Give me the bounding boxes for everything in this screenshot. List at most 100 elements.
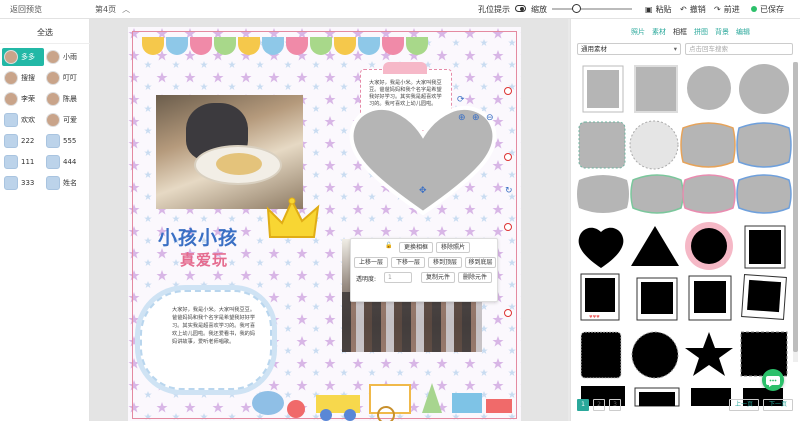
- frame-thumbnail[interactable]: [631, 331, 679, 379]
- select-all-button[interactable]: 全选: [0, 27, 90, 38]
- tab-item[interactable]: 素材: [652, 27, 666, 37]
- page-number-button[interactable]: 1: [577, 399, 589, 411]
- undo-button[interactable]: ↶ 撤销: [680, 4, 706, 15]
- move-down-layer-button[interactable]: 下移一层: [391, 257, 425, 268]
- hole-marker: [504, 87, 512, 95]
- frame-thumbnails: ♥♥♥: [577, 64, 792, 407]
- frame-thumbnail[interactable]: [630, 174, 684, 214]
- frame-thumbnail[interactable]: [631, 226, 679, 266]
- member-item[interactable]: 多多: [2, 48, 44, 66]
- frame-thumbnail[interactable]: [629, 120, 679, 170]
- frame-thumbnail[interactable]: [685, 332, 733, 376]
- elephant-avatar-icon: [46, 176, 60, 190]
- saved-label: 已保存: [760, 5, 784, 14]
- member-item[interactable]: 222: [2, 132, 44, 150]
- page-indicator[interactable]: 第4页 ︿: [95, 4, 130, 15]
- frame-thumbnail[interactable]: [691, 388, 731, 406]
- member-item[interactable]: 333: [2, 174, 44, 192]
- zoom-in-icon[interactable]: ⊕: [458, 113, 466, 123]
- chat-support-button[interactable]: [762, 369, 784, 391]
- zoom-slider[interactable]: [552, 4, 632, 13]
- tab-item[interactable]: 拼图: [694, 27, 708, 37]
- frame-thumbnail[interactable]: [636, 277, 678, 321]
- copy-element-button[interactable]: 复制元件: [421, 272, 455, 283]
- member-item[interactable]: 可爱: [44, 111, 86, 129]
- prev-page-button[interactable]: 上一页: [729, 399, 760, 411]
- zoom-in-icon[interactable]: ⊕: [472, 113, 480, 123]
- hole-marker: [504, 223, 512, 231]
- tab-item[interactable]: 背景: [715, 27, 729, 37]
- tab-item[interactable]: 照片: [631, 27, 645, 37]
- frame-thumbnail[interactable]: [634, 387, 680, 407]
- move-to-top-button[interactable]: 移到顶层: [428, 257, 462, 268]
- grid-scrollbar[interactable]: [793, 62, 798, 362]
- member-item[interactable]: 111: [2, 153, 44, 171]
- page-number-button[interactable]: 3: [609, 399, 621, 411]
- frame-thumbnail[interactable]: [577, 175, 629, 213]
- cloud-text-box[interactable]: 大家好，我是小米。大家叫我豆豆。爸爸妈妈和我个名字是希望我好好学习。其实我是超喜…: [140, 290, 272, 390]
- member-item[interactable]: 姓名: [44, 174, 86, 192]
- resource-search-input[interactable]: 点击回车搜索: [685, 43, 793, 55]
- frame-thumbnail[interactable]: [580, 331, 622, 379]
- frame-thumbnail[interactable]: [582, 65, 624, 113]
- move-up-layer-button[interactable]: 上移一层: [354, 257, 388, 268]
- redo-button[interactable]: ↷ 前进: [714, 4, 740, 15]
- hole-hint-toggle[interactable]: [515, 5, 526, 12]
- frame-thumbnail[interactable]: [682, 174, 736, 214]
- page-number-button[interactable]: 2: [593, 399, 605, 411]
- category-select[interactable]: 通用素材 ▾: [577, 43, 681, 55]
- grid-scrollbar-thumb[interactable]: [793, 62, 798, 352]
- photo-child-eating-food: [216, 153, 262, 175]
- member-item[interactable]: 小雨: [44, 48, 86, 66]
- back-to-preview-button[interactable]: 返回预览: [10, 4, 42, 15]
- frame-thumbnail[interactable]: [578, 121, 626, 169]
- member-item[interactable]: 555: [44, 132, 86, 150]
- toy-train-sticker[interactable]: [246, 377, 516, 421]
- member-item[interactable]: 搜搜: [2, 69, 44, 87]
- frame-thumbnail[interactable]: [685, 222, 733, 270]
- opacity-value: 1: [388, 274, 392, 281]
- member-item[interactable]: 叮叮: [44, 69, 86, 87]
- lock-icon[interactable]: 🔓: [385, 242, 392, 249]
- tab-item[interactable]: 相框: [673, 27, 687, 37]
- delete-element-button[interactable]: 删除元件: [458, 272, 492, 283]
- avatar: [4, 50, 18, 64]
- paste-button[interactable]: ▣ 粘贴: [645, 4, 672, 15]
- undo-label: 撤销: [689, 5, 706, 14]
- frame-thumbnail[interactable]: [685, 64, 733, 112]
- zoom-out-icon[interactable]: ⊖: [486, 113, 494, 123]
- frame-thumbnail[interactable]: [736, 122, 792, 168]
- move-handle-icon[interactable]: ✥: [419, 186, 427, 196]
- tab-item[interactable]: 编辑: [736, 27, 750, 37]
- elephant-avatar-icon: [4, 176, 18, 190]
- frame-thumbnail[interactable]: [741, 274, 787, 320]
- member-item[interactable]: 欢欢: [2, 111, 44, 129]
- canvas-title[interactable]: 小孩小孩: [158, 223, 238, 250]
- frame-thumbnail[interactable]: [736, 174, 792, 214]
- frame-thumbnail[interactable]: [634, 65, 678, 113]
- replace-frame-button[interactable]: 更换相框: [399, 242, 433, 253]
- zoom-slider-knob[interactable]: [572, 4, 581, 13]
- member-item[interactable]: 陈晨: [44, 90, 86, 108]
- hole-marker: [504, 309, 512, 317]
- member-item[interactable]: 李荣: [2, 90, 44, 108]
- opacity-stepper[interactable]: 1: [384, 272, 412, 283]
- canvas-subtitle[interactable]: 真爱玩: [180, 249, 228, 270]
- frame-thumbnail[interactable]: [680, 122, 736, 168]
- frame-thumbnail[interactable]: [578, 227, 624, 268]
- frame-thumbnail[interactable]: [739, 64, 789, 114]
- photo-child-eating[interactable]: [156, 95, 303, 209]
- remove-photo-button[interactable]: 移除照片: [436, 242, 470, 253]
- page-canvas[interactable]: 大家好，我是小米。大家叫我豆豆。爸爸妈妈和我个名字是希望我好好学习。其实我是超喜…: [128, 27, 521, 421]
- chevron-up-icon[interactable]: ︿: [122, 5, 130, 14]
- member-item[interactable]: 444: [44, 153, 86, 171]
- next-page-button[interactable]: 下一页: [763, 399, 794, 411]
- refresh-icon[interactable]: ↻: [505, 186, 513, 196]
- frame-thumbnail[interactable]: [744, 225, 786, 269]
- crown-sticker[interactable]: [266, 197, 320, 245]
- hole-hint-label: 孔位提示: [478, 5, 510, 14]
- frame-thumbnail[interactable]: [688, 275, 732, 321]
- move-to-bottom-button[interactable]: 移到底层: [465, 257, 496, 268]
- rotate-icon[interactable]: ⟳: [457, 95, 465, 105]
- frame-thumbnail[interactable]: ♥♥♥: [580, 273, 620, 321]
